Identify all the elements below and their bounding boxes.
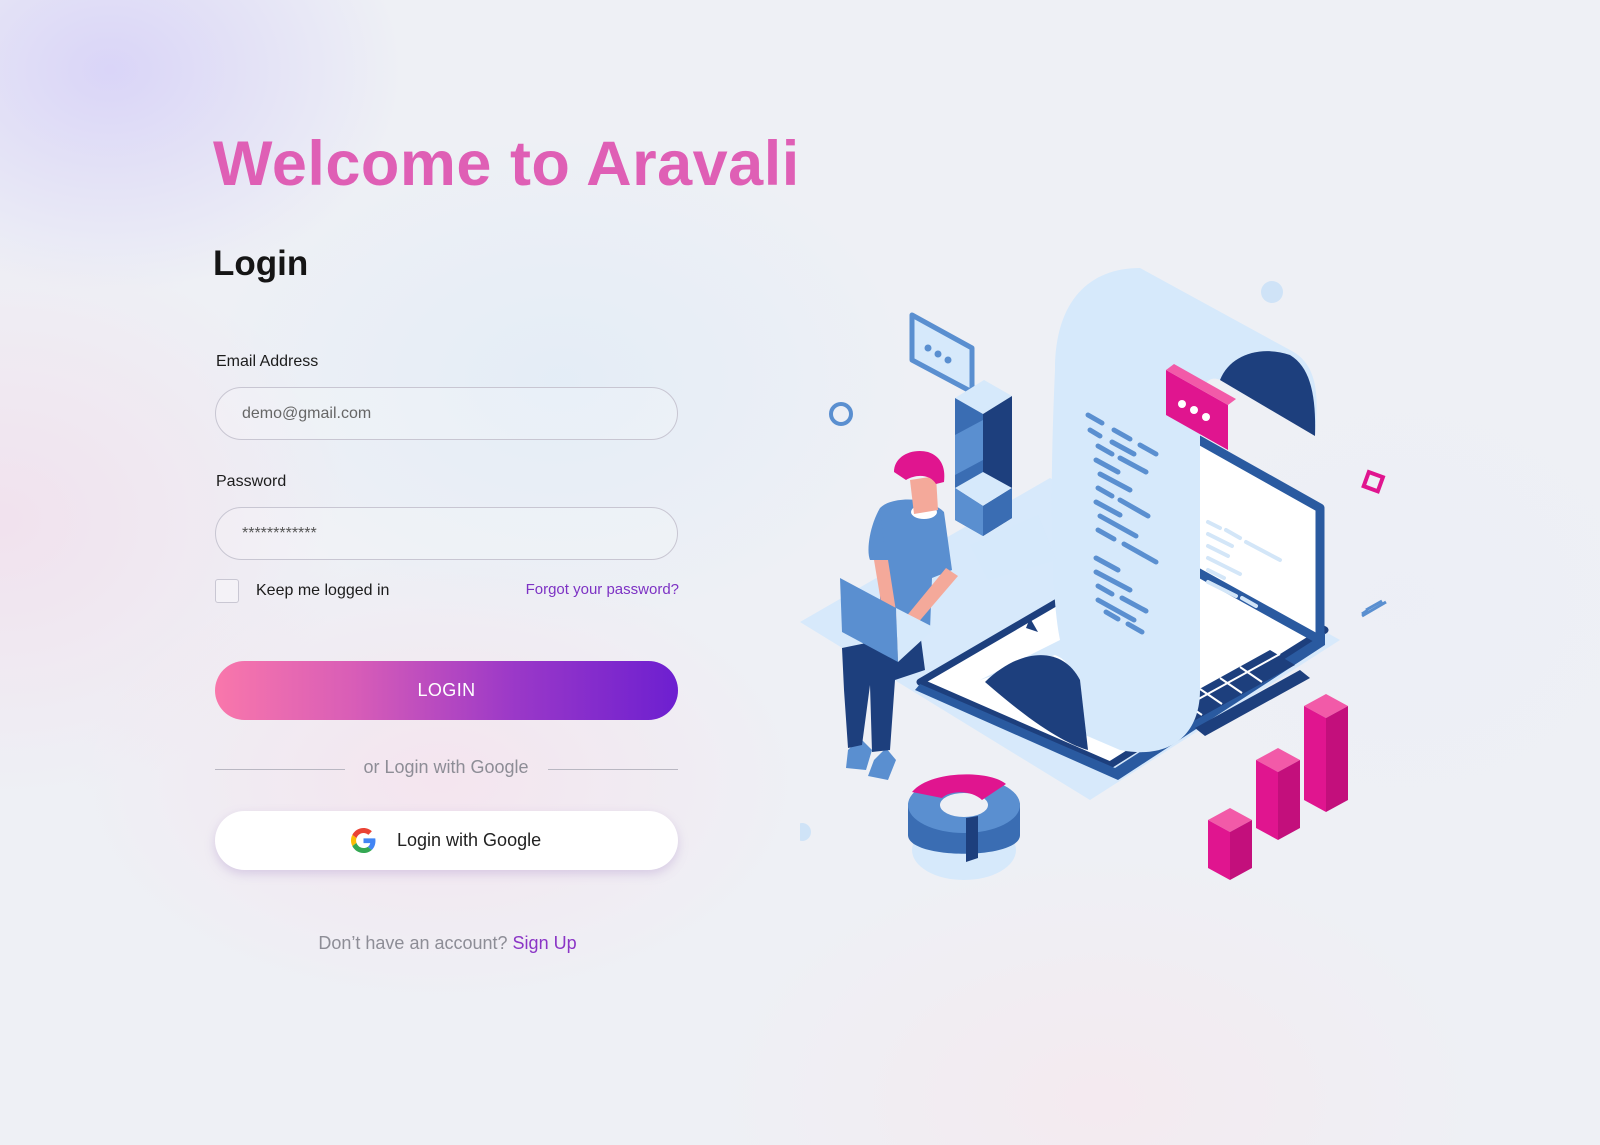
dot-decoration (800, 823, 811, 841)
email-label: Email Address (216, 353, 319, 370)
signup-link[interactable]: Sign Up (513, 933, 577, 953)
forgot-password-link[interactable]: Forgot your password? (478, 581, 679, 598)
developer-illustration (800, 268, 1387, 880)
google-login-label: Login with Google (397, 830, 542, 850)
login-heading: Login (213, 244, 309, 283)
divider-line-left (215, 769, 345, 770)
square-decoration (1361, 469, 1386, 494)
keep-logged-in-checkbox[interactable] (215, 579, 239, 603)
google-icon (351, 828, 376, 853)
login-button[interactable]: LOGIN (215, 661, 678, 720)
google-login-button[interactable]: Login with Google (215, 811, 678, 870)
signup-row: Don’t have an account? Sign Up (216, 933, 679, 954)
ring-decoration (829, 402, 853, 426)
divider-text: or Login with Google (363, 757, 529, 777)
signup-prompt: Don’t have an account? (318, 933, 508, 953)
donut-chart (908, 774, 1020, 880)
password-input[interactable] (215, 507, 678, 560)
divider-line-right (548, 769, 678, 770)
password-label: Password (216, 473, 287, 490)
chat-bubble-blue-icon (909, 312, 975, 395)
steps-decoration (1361, 599, 1387, 618)
welcome-title: Welcome to Aravali (213, 129, 800, 199)
dot-decoration (1261, 281, 1283, 303)
email-input[interactable] (215, 387, 678, 440)
keep-logged-in-label: Keep me logged in (256, 582, 390, 599)
